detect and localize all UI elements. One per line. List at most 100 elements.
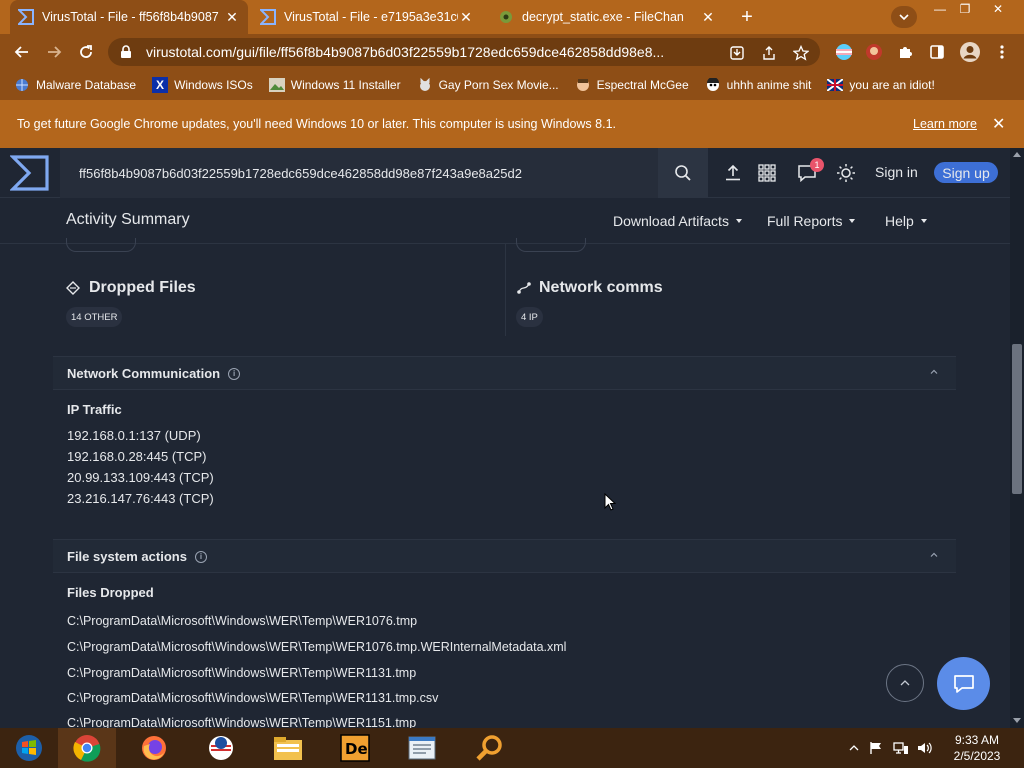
flag-icon <box>827 77 844 93</box>
puzzle-icon[interactable] <box>895 42 915 62</box>
restore-button[interactable]: ❐ <box>953 0 977 18</box>
volume-icon[interactable] <box>917 740 933 756</box>
search-button[interactable] <box>658 148 708 198</box>
info-icon[interactable]: i <box>194 550 207 563</box>
start-button[interactable] <box>0 728 58 768</box>
chip-fragment <box>66 238 136 252</box>
theme-toggle-button[interactable] <box>834 161 858 185</box>
upload-icon <box>726 164 740 181</box>
x-logo-icon: X <box>152 77 169 93</box>
taskbar-chrome[interactable] <box>58 728 116 768</box>
virustotal-logo-icon[interactable] <box>10 153 50 193</box>
tray-chevron-icon[interactable] <box>846 740 862 756</box>
infobar-close-icon[interactable]: ✕ <box>992 114 1005 134</box>
star-icon[interactable] <box>792 44 810 62</box>
chevron-up-icon <box>900 680 910 686</box>
new-tab-button[interactable]: + <box>734 5 760 29</box>
bookmark-anime[interactable]: uhhh anime shit <box>705 77 811 93</box>
chat-button[interactable] <box>937 657 990 710</box>
extension-avatar-icon[interactable] <box>864 42 884 62</box>
dropped-files-chip[interactable]: 14 OTHER <box>66 307 123 327</box>
close-window-button[interactable]: ✕ <box>986 0 1010 18</box>
scrollbar-thumb[interactable] <box>1012 344 1022 494</box>
taskbar-firefox[interactable] <box>125 728 183 768</box>
extension-trans-icon[interactable] <box>834 42 854 62</box>
back-button[interactable] <box>8 38 36 66</box>
reload-button[interactable] <box>72 38 100 66</box>
scroll-up-arrow-icon[interactable] <box>1013 152 1021 157</box>
scroll-down-arrow-icon[interactable] <box>1013 718 1021 723</box>
sign-up-button[interactable]: Sign up <box>934 162 998 183</box>
learn-more-link[interactable]: Learn more <box>913 117 977 131</box>
sign-in-link[interactable]: Sign in <box>875 164 918 180</box>
taskbar-app-logo[interactable] <box>192 728 250 768</box>
info-icon[interactable]: i <box>228 367 241 380</box>
apps-grid-button[interactable] <box>755 161 779 185</box>
chat-icon <box>953 674 974 693</box>
caret-down-icon <box>849 219 856 223</box>
url-text[interactable]: virustotal.com/gui/file/ff56f8b4b9087b6d… <box>146 44 726 60</box>
search-input[interactable]: ff56f8b4b9087b6d03f22559b1728edc659dce46… <box>60 148 658 198</box>
bookmark-windows-11-installer[interactable]: Windows 11 Installer <box>268 77 401 93</box>
bookmark-windows-isos[interactable]: X Windows ISOs <box>152 77 253 93</box>
file-system-actions-section[interactable]: File system actions i <box>53 539 956 573</box>
ip-traffic-item: 192.168.0.1:137 (UDP) <box>67 428 201 443</box>
forward-button[interactable] <box>40 38 68 66</box>
caret-down-icon <box>735 219 742 223</box>
dropped-file-item[interactable]: C:\ProgramData\Microsoft\Windows\WER\Tem… <box>67 691 438 705</box>
chevron-up-icon[interactable] <box>929 367 939 377</box>
install-icon[interactable] <box>728 44 746 62</box>
dropped-file-item[interactable]: C:\ProgramData\Microsoft\Windows\WER\Tem… <box>67 666 416 680</box>
dropped-file-item[interactable]: C:\ProgramData\Microsoft\Windows\WER\Tem… <box>67 716 416 728</box>
firefox-icon <box>142 736 166 760</box>
tab-virustotal-2[interactable]: VirusTotal - File - e7195a3e31c03 ✕ <box>252 0 482 34</box>
share-icon[interactable] <box>760 44 778 62</box>
kebab-menu-icon[interactable] <box>992 42 1012 62</box>
bookmark-espectral-mcgee[interactable]: Espectral McGee <box>575 77 689 93</box>
caret-down-icon <box>920 219 927 223</box>
network-comms-card-title: Network comms <box>516 279 663 297</box>
tab-virustotal-1[interactable]: VirusTotal - File - ff56f8b4b9087 ✕ <box>10 0 248 34</box>
upload-button[interactable] <box>721 161 745 185</box>
tab-close-icon[interactable]: ✕ <box>700 9 716 26</box>
dropped-file-item[interactable]: C:\ProgramData\Microsoft\Windows\WER\Tem… <box>67 640 566 654</box>
bookmark-movie[interactable]: Gay Porn Sex Movie... <box>417 77 559 93</box>
tab-close-icon[interactable]: ✕ <box>458 9 474 26</box>
chevron-down-icon <box>899 14 909 21</box>
help-menu[interactable]: Help <box>885 213 927 229</box>
network-icon[interactable] <box>893 740 909 756</box>
image-icon <box>268 77 285 93</box>
taskbar-file-explorer[interactable] <box>259 728 317 768</box>
tab-strip: VirusTotal - File - ff56f8b4b9087 ✕ Viru… <box>0 0 1024 34</box>
chevron-up-icon[interactable] <box>929 550 939 560</box>
tab-close-icon[interactable]: ✕ <box>224 9 240 26</box>
tab-filechan[interactable]: decrypt_static.exe - FileChan ✕ <box>490 0 724 34</box>
tab-title: VirusTotal - File - e7195a3e31c03 <box>284 10 458 24</box>
de-app-icon: De <box>340 734 370 762</box>
taskbar-search[interactable] <box>460 728 518 768</box>
bookmark-you-are-an-idiot[interactable]: you are an idiot! <box>827 77 935 93</box>
taskbar-notepad[interactable] <box>393 728 451 768</box>
page-scrollbar[interactable] <box>1010 148 1024 728</box>
network-comms-chip[interactable]: 4 IP <box>516 307 543 327</box>
minimize-button[interactable]: — <box>928 0 952 18</box>
full-reports-menu[interactable]: Full Reports <box>767 213 856 229</box>
scroll-to-top-button[interactable] <box>886 664 924 702</box>
mouse-cursor-icon <box>604 493 616 511</box>
virustotal-favicon-icon <box>18 9 34 25</box>
tab-search-button[interactable] <box>891 6 917 28</box>
action-center-flag-icon[interactable] <box>868 740 884 756</box>
network-communication-section[interactable]: Network Communication i <box>53 356 956 390</box>
profile-avatar-icon[interactable] <box>958 40 982 64</box>
system-clock[interactable]: 9:33 AM 2/5/2023 <box>944 732 1010 764</box>
address-bar[interactable]: virustotal.com/gui/file/ff56f8b4b9087b6d… <box>108 38 820 66</box>
download-artifacts-menu[interactable]: Download Artifacts <box>613 213 742 229</box>
character-icon <box>575 77 591 93</box>
tab-title: decrypt_static.exe - FileChan <box>522 10 684 24</box>
chip-fragment <box>516 238 586 252</box>
taskbar-de-app[interactable]: De <box>326 728 384 768</box>
dropped-file-item[interactable]: C:\ProgramData\Microsoft\Windows\WER\Tem… <box>67 614 417 628</box>
network-comms-icon <box>516 280 532 296</box>
side-panel-icon[interactable] <box>927 42 947 62</box>
bookmark-malware-database[interactable]: Malware Database <box>14 77 136 93</box>
